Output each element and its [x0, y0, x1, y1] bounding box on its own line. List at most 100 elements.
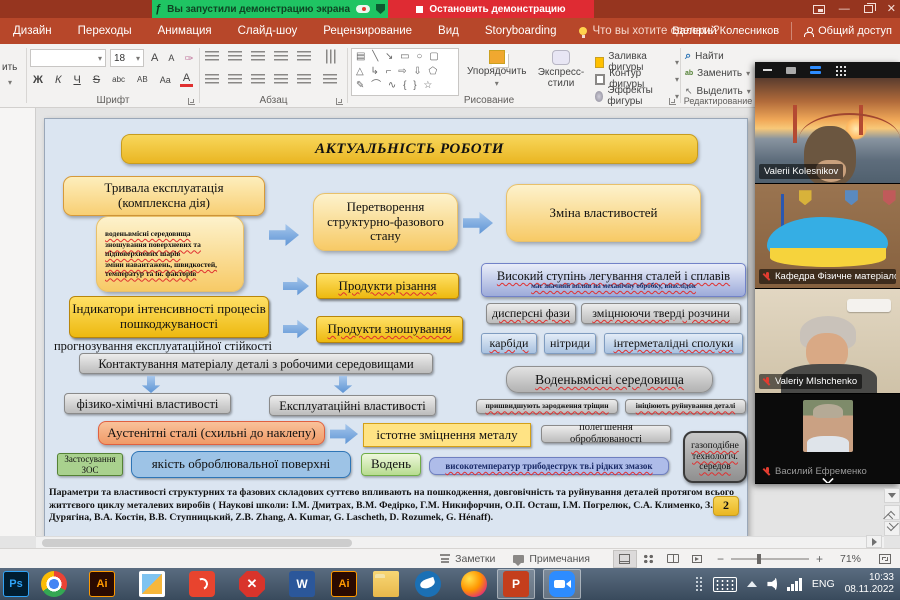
tab-view[interactable]: Вид [425, 18, 472, 44]
tray-expand-icon[interactable] [747, 581, 757, 587]
grow-font-button[interactable]: А [148, 52, 161, 64]
previous-slide-button[interactable] [884, 505, 900, 520]
taskbar-zoom-active[interactable] [543, 569, 581, 599]
tab-storyboarding[interactable]: Storyboarding [472, 18, 570, 44]
touch-keyboard-icon[interactable] [713, 577, 737, 592]
scrollbar-thumb[interactable] [42, 539, 352, 547]
tab-design[interactable]: Дизайн [0, 18, 65, 44]
bold-button[interactable]: Ж [30, 74, 46, 86]
align-right-icon[interactable] [251, 74, 265, 85]
taskbar-capture-icon[interactable] [189, 571, 215, 597]
line-spacing-icon[interactable] [297, 51, 311, 62]
smartart-icon[interactable] [323, 74, 337, 85]
increase-indent-icon[interactable] [274, 51, 288, 62]
tab-transitions[interactable]: Переходы [65, 18, 145, 44]
taskbar-illustrator2-icon[interactable]: Ai [331, 571, 357, 597]
italic-button[interactable]: К [52, 74, 64, 86]
zoom-out-button[interactable]: − [717, 552, 724, 566]
align-center-icon[interactable] [228, 74, 242, 85]
arrow-right-5 [330, 423, 358, 445]
font-color-button[interactable]: А [180, 72, 193, 87]
replace-button[interactable]: ab Заменить▾ [685, 68, 750, 79]
close-button[interactable]: ✕ [887, 4, 896, 15]
slide-sorter-button[interactable] [637, 550, 661, 568]
slideshow-button[interactable] [685, 550, 709, 568]
minimize-button[interactable]: — [839, 4, 850, 15]
zoom-percentage[interactable]: 71% [831, 553, 870, 565]
tab-slideshow[interactable]: Слайд-шоу [225, 18, 311, 44]
taskbar-word-icon[interactable]: W [289, 571, 315, 597]
taskbar-thunderbird-icon[interactable] [415, 571, 441, 597]
video-tile-2[interactable]: Кафедра Фізичне матеріало [755, 184, 900, 289]
taskbar-stop-icon[interactable]: ✕ [239, 571, 265, 597]
slide-thumbnails-panel[interactable] [0, 108, 36, 536]
underline-button[interactable]: Ч [70, 74, 83, 86]
fit-to-window-button[interactable] [870, 554, 900, 564]
paragraph-dialog-launcher[interactable] [336, 98, 343, 105]
notes-button[interactable]: Заметки [431, 553, 504, 565]
tab-review[interactable]: Рецензирование [310, 18, 425, 44]
taskbar-photos-icon[interactable] [139, 571, 165, 597]
bullets-icon[interactable] [205, 51, 219, 62]
slide-canvas[interactable]: АКТУАЛЬНІСТЬ РОБОТИ Тривала експлуатація… [44, 118, 748, 538]
video-tile-1[interactable]: Valerii Kolesnikov [755, 78, 900, 184]
columns-icon[interactable] [297, 74, 311, 85]
next-slide-button[interactable] [884, 521, 900, 536]
shadow-button[interactable]: abc [109, 75, 128, 84]
justify-icon[interactable] [274, 74, 288, 85]
shrink-font-button[interactable]: А [165, 53, 177, 63]
network-signal-icon[interactable] [787, 578, 802, 591]
shapes-gallery[interactable]: ▤ ╲ ↘ ▭ ○ ▢ △ ↳ ⌐ ⇨ ⇩ ⬠ ✎ ⌒ ∿ { } ☆ [351, 48, 459, 96]
taskbar-firefox-icon[interactable] [461, 571, 487, 597]
speaker-view-icon[interactable] [810, 66, 821, 74]
share-button[interactable]: Общий доступ [791, 22, 892, 40]
video-tile-3[interactable]: Valeriy MIshchenko [755, 289, 900, 394]
align-left-icon[interactable] [205, 74, 219, 85]
stop-share-button[interactable]: Остановить демонстрацию [388, 0, 594, 18]
taskbar-explorer-icon[interactable] [373, 571, 399, 597]
presenter-view-icon[interactable] [813, 5, 825, 14]
zoom-slider-thumb[interactable] [757, 554, 761, 564]
clock[interactable]: 10:33 08.11.2022 [845, 572, 894, 597]
paste-dropdown-icon[interactable]: ▾ [8, 78, 12, 87]
security-shield-icon[interactable] [376, 4, 385, 14]
taskbar-illustrator-icon[interactable]: Ai [89, 571, 115, 597]
zoom-small-view-icon[interactable] [786, 67, 796, 74]
video-tile-4[interactable]: Василий Ефременко [755, 394, 900, 484]
restore-button[interactable] [864, 5, 873, 13]
tray-handle-icon[interactable] [695, 576, 703, 592]
zoom-slider-track[interactable] [731, 558, 809, 560]
zoom-in-button[interactable]: + [816, 552, 823, 566]
normal-view-button[interactable] [613, 550, 637, 568]
reading-view-button[interactable] [661, 550, 685, 568]
font-size-combo[interactable]: 18▾ [110, 49, 144, 67]
zoom-minimize-icon[interactable] [763, 69, 772, 71]
volume-icon[interactable] [767, 578, 777, 590]
char-spacing-button[interactable]: АВ [134, 75, 151, 84]
chevron-down-icon[interactable] [822, 474, 834, 481]
strikethrough-button[interactable]: S [90, 74, 103, 86]
font-dialog-launcher[interactable] [188, 98, 195, 105]
gallery-view-icon[interactable] [835, 65, 846, 76]
horizontal-scrollbar[interactable] [36, 536, 884, 548]
language-indicator[interactable]: ENG [812, 578, 835, 590]
clear-format-icon[interactable]: ✑ [181, 52, 196, 65]
shape-effects-button[interactable]: Эффекты фигуры▾ [595, 85, 679, 107]
quick-styles-button[interactable]: Экспресс-стили [534, 50, 588, 89]
change-case-button[interactable]: Аа [157, 75, 174, 85]
taskbar-photoshop-icon[interactable]: Ps [3, 571, 29, 597]
taskbar-powerpoint-active[interactable]: P [497, 569, 535, 599]
scroll-right-button[interactable] [866, 535, 882, 548]
taskbar-chrome-icon[interactable] [41, 571, 67, 597]
paste-button-partial[interactable]: ить ▾ [0, 44, 26, 108]
text-direction-icon[interactable] [325, 50, 336, 64]
numbering-icon[interactable] [228, 51, 242, 62]
arrange-button[interactable]: Упорядочить ▾ [467, 50, 527, 88]
zoom-slider[interactable]: − + [709, 552, 831, 566]
font-name-combo[interactable]: ▾ [30, 49, 106, 67]
tab-animations[interactable]: Анимация [145, 18, 225, 44]
decrease-indent-icon[interactable] [251, 51, 265, 62]
scrollbar-dropdown-button[interactable] [884, 488, 900, 503]
find-button[interactable]: ⌕ Найти [685, 50, 724, 63]
comments-button[interactable]: Примечания [504, 553, 599, 565]
